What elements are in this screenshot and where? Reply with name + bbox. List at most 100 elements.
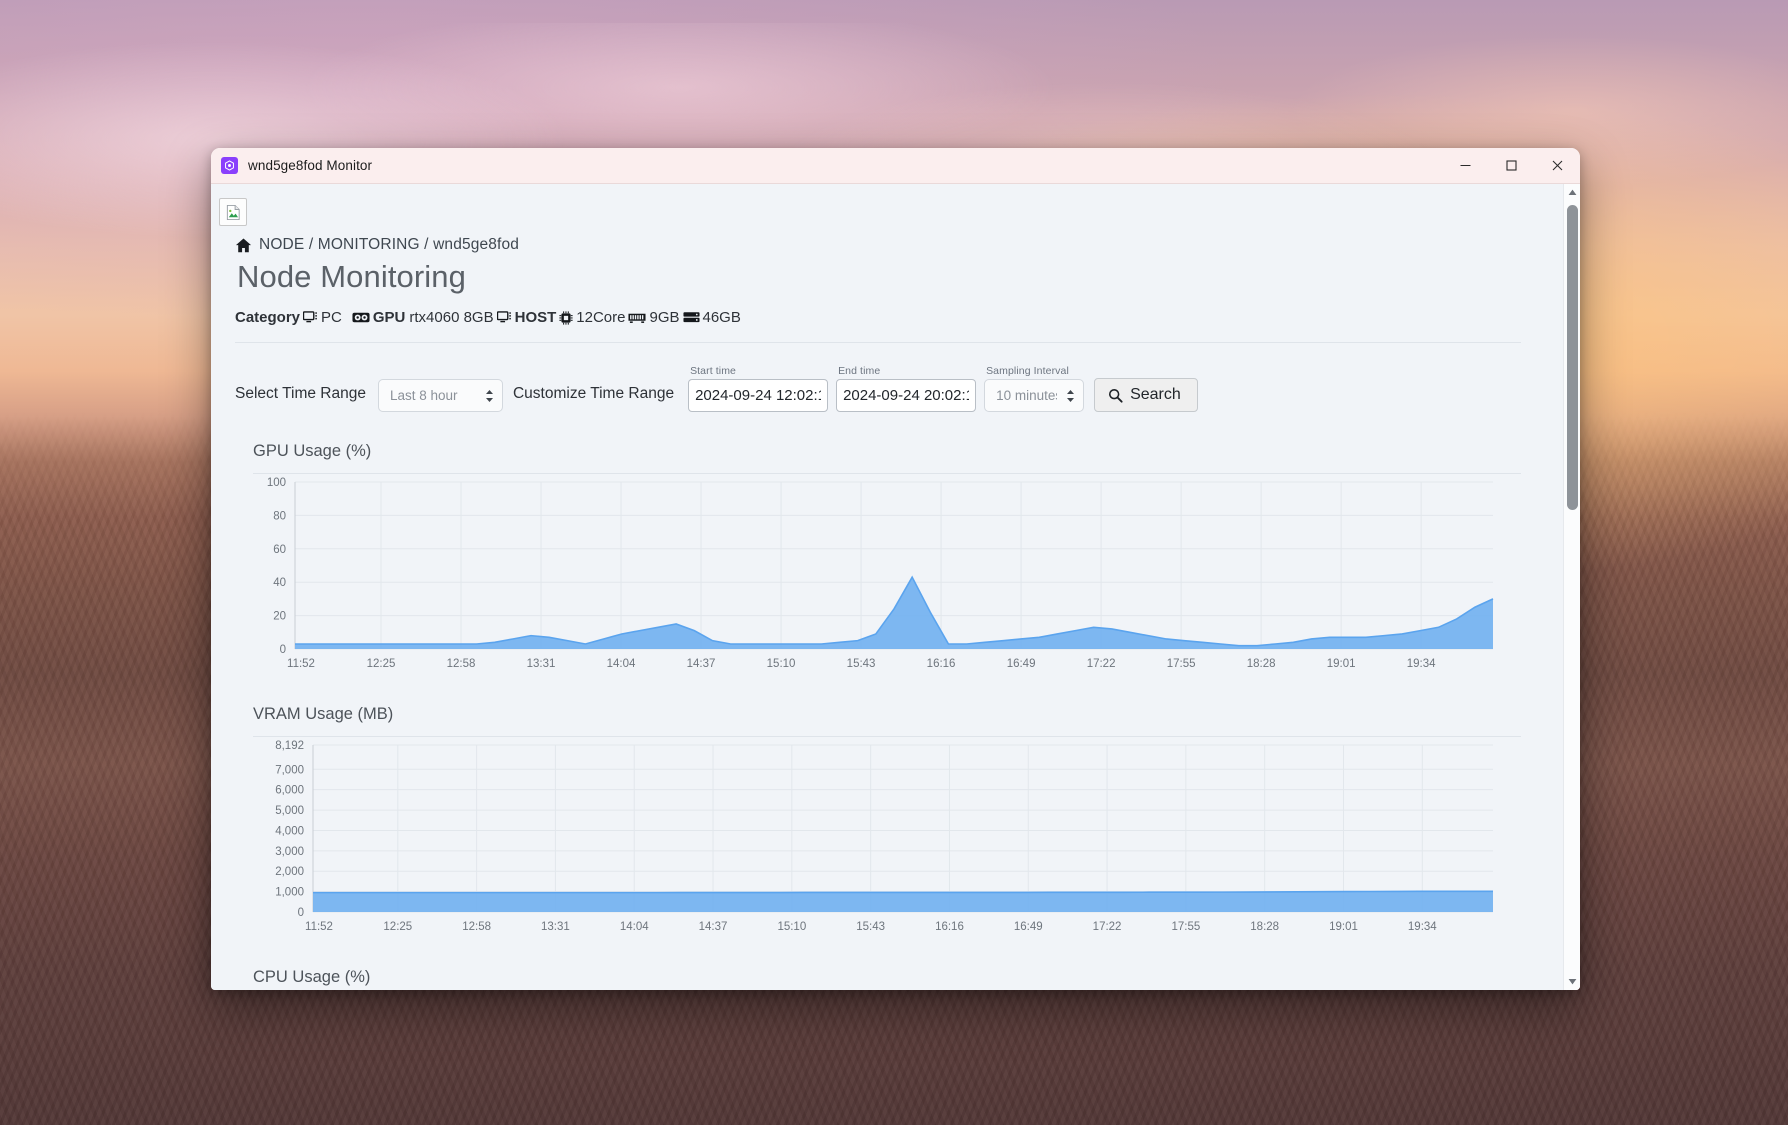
time-range-controls: Select Time Range Last 8 hour Customize … — [235, 365, 1521, 416]
svg-text:80: 80 — [273, 510, 286, 522]
start-time-caption: Start time — [690, 365, 736, 377]
scrollbar-thumb[interactable] — [1566, 205, 1578, 510]
cube-icon — [221, 157, 238, 174]
svg-text:19:01: 19:01 — [1327, 658, 1356, 670]
svg-text:0: 0 — [280, 644, 286, 656]
svg-text:6,000: 6,000 — [275, 785, 304, 797]
disk-icon — [682, 311, 700, 324]
select-time-range-label: Select Time Range — [235, 385, 366, 402]
category-pc-value: PC — [321, 309, 342, 326]
breadcrumb-text: NODE / MONITORING / wnd5ge8fod — [259, 236, 520, 253]
cpu-value: 12Core — [576, 309, 626, 326]
end-time-caption: End time — [838, 365, 881, 377]
gpu-usage-chart[interactable]: 0 20 40 60 80 100 11:52 12:25 12:58 13:31 14:04 14:… — [253, 474, 1521, 679]
svg-text:15:43: 15:43 — [856, 921, 885, 933]
gpu-label: GPU — [372, 309, 406, 326]
vertical-scrollbar[interactable] — [1563, 184, 1580, 990]
sampling-interval-select[interactable]: 10 minutes — [984, 379, 1085, 412]
window-controls — [1442, 148, 1580, 184]
page-inner: NODE / MONITORING / wnd5ge8fod Node Moni… — [211, 236, 1563, 990]
svg-text:12:25: 12:25 — [367, 658, 396, 670]
svg-text:18:28: 18:28 — [1247, 658, 1276, 670]
monitor-icon — [303, 310, 318, 325]
search-button-label: Search — [1130, 386, 1181, 403]
breadcrumb[interactable]: NODE / MONITORING / wnd5ge8fod — [235, 236, 1521, 254]
search-button[interactable]: Search — [1094, 378, 1198, 412]
svg-text:8,192: 8,192 — [275, 740, 304, 752]
svg-text:16:49: 16:49 — [1007, 658, 1036, 670]
gpu-card-icon — [352, 311, 370, 324]
host-label: HOST — [514, 309, 557, 326]
svg-text:16:49: 16:49 — [1014, 921, 1043, 933]
broken-image-icon — [219, 198, 247, 226]
sampling-interval-field: Sampling Interval 10 minutes — [984, 365, 1085, 412]
svg-text:7,000: 7,000 — [275, 764, 304, 776]
svg-text:17:55: 17:55 — [1167, 658, 1196, 670]
svg-text:17:22: 17:22 — [1093, 921, 1122, 933]
svg-text:19:01: 19:01 — [1329, 921, 1358, 933]
svg-text:16:16: 16:16 — [935, 921, 964, 933]
svg-text:16:16: 16:16 — [927, 658, 956, 670]
scroll-up-button[interactable] — [1564, 184, 1581, 201]
scroll-content: NODE / MONITORING / wnd5ge8fod Node Moni… — [211, 184, 1563, 990]
svg-text:11:52: 11:52 — [305, 921, 333, 933]
end-time-input[interactable] — [836, 379, 977, 412]
svg-text:14:37: 14:37 — [699, 921, 728, 933]
svg-text:100: 100 — [267, 477, 286, 489]
window-body: NODE / MONITORING / wnd5ge8fod Node Moni… — [211, 184, 1580, 990]
svg-text:14:37: 14:37 — [687, 658, 716, 670]
window-titlebar[interactable]: wnd5ge8fod Monitor — [211, 148, 1580, 184]
search-icon — [1108, 388, 1123, 403]
scrollbar-track[interactable] — [1564, 201, 1581, 973]
svg-text:14:04: 14:04 — [620, 921, 649, 933]
page-content: NODE / MONITORING / wnd5ge8fod Node Moni… — [211, 184, 1563, 990]
svg-text:13:31: 13:31 — [527, 658, 556, 670]
monitor-icon — [496, 310, 512, 325]
svg-text:12:25: 12:25 — [383, 921, 412, 933]
svg-text:1,000: 1,000 — [275, 887, 304, 899]
svg-text:12:58: 12:58 — [462, 921, 491, 933]
svg-text:15:10: 15:10 — [767, 658, 796, 670]
svg-text:17:55: 17:55 — [1171, 921, 1200, 933]
svg-text:12:58: 12:58 — [447, 658, 476, 670]
start-time-field: Start time — [688, 365, 829, 412]
svg-text:60: 60 — [273, 544, 286, 556]
svg-text:5,000: 5,000 — [275, 805, 304, 817]
gpu-section-title: GPU Usage (%) — [253, 442, 372, 460]
window-title: wnd5ge8fod Monitor — [248, 158, 373, 173]
time-range-select[interactable]: Last 8 hour — [377, 379, 503, 412]
svg-text:18:28: 18:28 — [1250, 921, 1279, 933]
svg-text:19:34: 19:34 — [1408, 921, 1437, 933]
svg-text:19:34: 19:34 — [1407, 658, 1436, 670]
svg-text:15:43: 15:43 — [847, 658, 876, 670]
disk-value: 46GB — [702, 309, 741, 326]
close-button[interactable] — [1534, 148, 1580, 184]
svg-text:11:52: 11:52 — [287, 658, 315, 670]
vram-section-title: VRAM Usage (MB) — [253, 705, 394, 723]
scroll-down-button[interactable] — [1564, 973, 1581, 990]
maximize-button[interactable] — [1488, 148, 1534, 184]
svg-text:17:22: 17:22 — [1087, 658, 1116, 670]
start-time-input[interactable] — [688, 379, 829, 412]
sampling-interval-caption: Sampling Interval — [986, 365, 1069, 377]
page-title: Node Monitoring — [237, 259, 466, 294]
home-icon[interactable] — [235, 237, 252, 254]
svg-text:2,000: 2,000 — [275, 866, 304, 878]
gpu-value: rtx4060 8GB — [409, 309, 494, 326]
customize-time-range-label: Customize Time Range — [512, 385, 675, 402]
svg-text:15:10: 15:10 — [777, 921, 806, 933]
svg-text:20: 20 — [273, 611, 286, 623]
sampling-interval-select-wrap[interactable]: 10 minutes — [984, 379, 1085, 412]
time-range-select-wrap[interactable]: Last 8 hour — [377, 379, 503, 412]
svg-text:3,000: 3,000 — [275, 846, 304, 858]
category-label: Category — [235, 309, 301, 326]
svg-text:40: 40 — [273, 577, 286, 589]
svg-text:14:04: 14:04 — [607, 658, 636, 670]
minimize-button[interactable] — [1442, 148, 1488, 184]
ram-value: 9GB — [649, 309, 680, 326]
memory-stick-icon — [628, 312, 647, 324]
category-bar: Category PC GPU rtx4060 8GB HOST 12Core … — [235, 309, 1521, 343]
vram-usage-chart[interactable]: 0 1,000 2,000 3,000 4,000 5,000 6,000 7,000 8,19… — [253, 737, 1521, 942]
svg-text:4,000: 4,000 — [275, 825, 304, 837]
app-window: wnd5ge8fod Monitor NODE / MONITORING / w… — [211, 148, 1580, 990]
